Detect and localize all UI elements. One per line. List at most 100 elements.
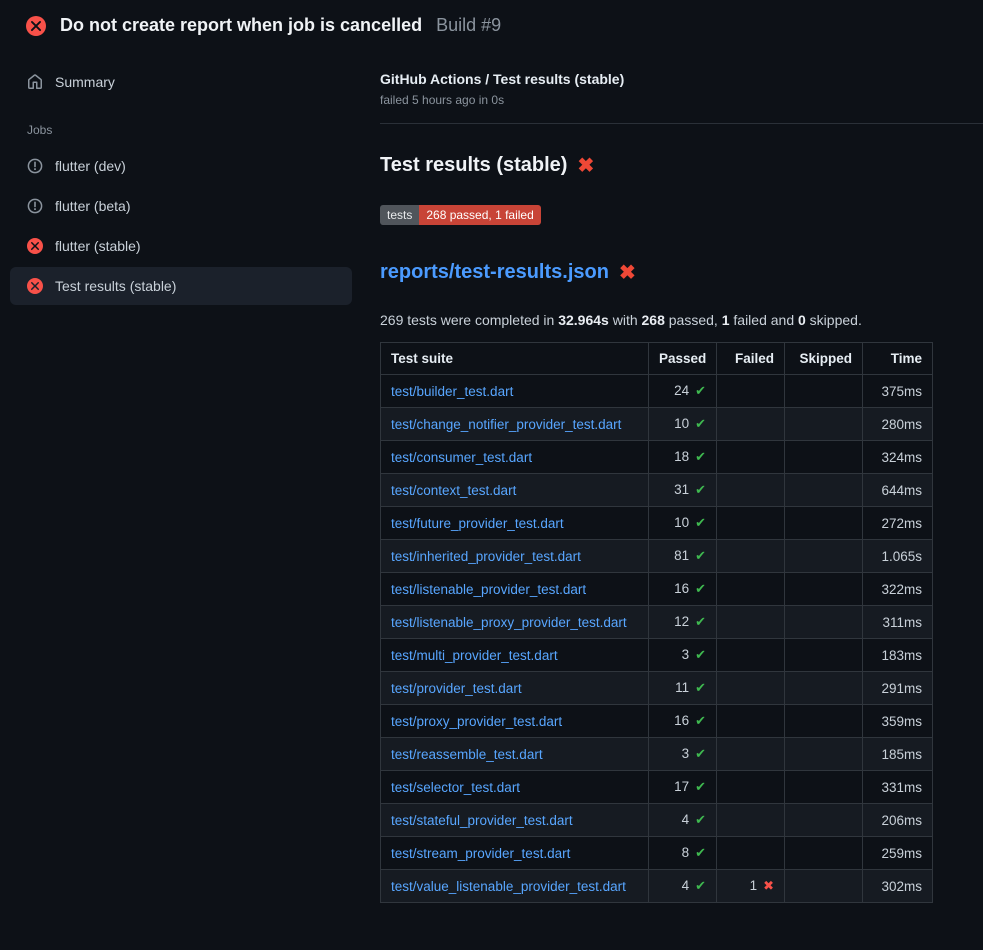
suite-link[interactable]: test/consumer_test.dart — [391, 450, 532, 465]
check-run-page: Do not create report when job is cancell… — [0, 0, 983, 950]
check-icon: ✔ — [695, 878, 706, 893]
check-icon: ✔ — [695, 746, 706, 761]
suite-link[interactable]: test/listenable_provider_test.dart — [391, 582, 586, 597]
time-cell: 375ms — [863, 375, 933, 408]
passed-cell: 12✔ — [649, 606, 717, 639]
jobs-heading: Jobs — [0, 103, 380, 147]
main-panel: GitHub Actions / Test results (stable) f… — [380, 49, 983, 903]
section-heading: Test results (stable) ✖ — [380, 154, 932, 177]
passed-count: 81 — [674, 548, 689, 563]
check-icon: ✔ — [695, 383, 706, 398]
failed-cell — [717, 573, 785, 606]
passed-cell: 3✔ — [649, 639, 717, 672]
summary-text: skipped. — [806, 312, 862, 328]
sidebar-item-label: Test results (stable) — [55, 278, 176, 294]
table-row: test/stream_provider_test.dart 8✔ 259ms — [381, 837, 933, 870]
suite-link[interactable]: test/future_provider_test.dart — [391, 516, 564, 531]
skipped-cell — [785, 474, 863, 507]
failed-cell — [717, 441, 785, 474]
suite-link[interactable]: test/reassemble_test.dart — [391, 747, 543, 762]
skipped-cell — [785, 738, 863, 771]
time-cell: 272ms — [863, 507, 933, 540]
time-cell: 322ms — [863, 573, 933, 606]
passed-cell: 4✔ — [649, 804, 717, 837]
failed-cell — [717, 804, 785, 837]
time-cell: 331ms — [863, 771, 933, 804]
suite-link[interactable]: test/provider_test.dart — [391, 681, 522, 696]
sidebar-item-label: flutter (dev) — [55, 158, 126, 174]
skipped-cell — [785, 837, 863, 870]
sidebar-item-label: Summary — [55, 74, 115, 90]
table-header-row: Test suite Passed Failed Skipped Time — [381, 343, 933, 375]
skipped-cell — [785, 705, 863, 738]
check-icon: ✔ — [695, 515, 706, 530]
results-table-body: test/builder_test.dart 24 ✔ 375ms test/ch… — [381, 375, 933, 903]
time-cell: 302ms — [863, 870, 933, 903]
suite-link[interactable]: test/stream_provider_test.dart — [391, 846, 570, 861]
passed-count: 18 — [674, 449, 689, 464]
time-cell: 291ms — [863, 672, 933, 705]
sidebar-item-summary[interactable]: Summary — [10, 63, 352, 101]
summary-passed-count: 268 — [642, 312, 665, 328]
suite-link[interactable]: test/context_test.dart — [391, 483, 516, 498]
run-status-line: failed 5 hours ago in 0s — [380, 93, 932, 107]
failed-cell — [717, 672, 785, 705]
page-title: Do not create report when job is cancell… — [60, 15, 422, 36]
passed-count: 31 — [674, 482, 689, 497]
report-link[interactable]: reports/test-results.json — [380, 261, 609, 284]
table-row: test/provider_test.dart 11✔ 291ms — [381, 672, 933, 705]
table-row: test/proxy_provider_test.dart 16✔ 359ms — [381, 705, 933, 738]
table-row: test/reassemble_test.dart 3✔ 185ms — [381, 738, 933, 771]
divider — [380, 123, 983, 124]
time-cell: 280ms — [863, 408, 933, 441]
check-icon: ✔ — [695, 779, 706, 794]
sidebar-item-label: flutter (stable) — [55, 238, 141, 254]
tests-badge: tests 268 passed, 1 failed — [380, 205, 541, 225]
passed-count: 24 — [674, 383, 689, 398]
passed-cell: 3✔ — [649, 738, 717, 771]
check-icon: ✔ — [695, 647, 706, 662]
skipped-cell — [785, 804, 863, 837]
column-header-failed: Failed — [717, 343, 785, 375]
passed-cell: 4✔ — [649, 870, 717, 903]
suite-link[interactable]: test/value_listenable_provider_test.dart — [391, 879, 626, 894]
passed-count: 10 — [674, 515, 689, 530]
skipped-cell — [785, 573, 863, 606]
skipped-cell — [785, 540, 863, 573]
sidebar-item-flutter-stable[interactable]: flutter (stable) — [10, 227, 352, 265]
section-heading-text: Test results (stable) — [380, 154, 567, 177]
suite-link[interactable]: test/inherited_provider_test.dart — [391, 549, 581, 564]
x-icon: ✖ — [763, 878, 774, 893]
sidebar-item-flutter-beta[interactable]: flutter (beta) — [10, 187, 352, 225]
failed-status-icon — [26, 16, 46, 36]
check-icon: ✔ — [695, 548, 706, 563]
suite-link[interactable]: test/change_notifier_provider_test.dart — [391, 417, 621, 432]
summary-text: failed and — [730, 312, 799, 328]
suite-link[interactable]: test/multi_provider_test.dart — [391, 648, 558, 663]
sidebar-item-flutter-dev[interactable]: flutter (dev) — [10, 147, 352, 185]
column-header-passed: Passed — [649, 343, 717, 375]
badge-label: tests — [380, 205, 419, 225]
summary-text: 269 tests were completed in — [380, 312, 558, 328]
sidebar-item-test-results-stable[interactable]: Test results (stable) — [10, 267, 352, 305]
suite-link[interactable]: test/builder_test.dart — [391, 384, 513, 399]
passed-cell: 31✔ — [649, 474, 717, 507]
suite-link[interactable]: test/listenable_proxy_provider_test.dart — [391, 615, 627, 630]
suite-link[interactable]: test/proxy_provider_test.dart — [391, 714, 562, 729]
passed-count: 16 — [674, 581, 689, 596]
time-cell: 185ms — [863, 738, 933, 771]
skipped-cell — [785, 441, 863, 474]
passed-count: 4 — [682, 812, 690, 827]
skipped-cell — [785, 375, 863, 408]
suite-link[interactable]: test/stateful_provider_test.dart — [391, 813, 573, 828]
time-cell: 644ms — [863, 474, 933, 507]
skipped-cell — [785, 507, 863, 540]
suite-link[interactable]: test/selector_test.dart — [391, 780, 520, 795]
passed-cell: 10✔ — [649, 408, 717, 441]
build-number: Build #9 — [436, 15, 501, 36]
results-table: Test suite Passed Failed Skipped Time te… — [380, 342, 933, 903]
page-header: Do not create report when job is cancell… — [0, 0, 983, 49]
passed-cell: 16✔ — [649, 573, 717, 606]
alert-circle-icon — [27, 158, 43, 174]
table-row: test/inherited_provider_test.dart 81✔ 1.… — [381, 540, 933, 573]
